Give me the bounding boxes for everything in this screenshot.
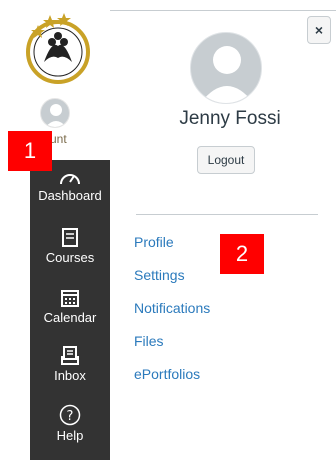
eportfolios-link[interactable]: ePortfolios xyxy=(134,364,210,397)
nav-item-label: Dashboard xyxy=(38,188,102,203)
profile-links: Profile Settings Notifications Files ePo… xyxy=(134,232,210,397)
nav-item-label: Help xyxy=(56,428,84,443)
courses-icon xyxy=(62,228,78,247)
help-icon: ? xyxy=(59,404,81,426)
nav-item-label: Courses xyxy=(45,250,95,265)
school-logo[interactable] xyxy=(22,10,96,90)
nav-item-inbox[interactable]: Inbox xyxy=(30,346,110,383)
annotation-badge-1: 1 xyxy=(8,131,52,171)
close-button[interactable]: × xyxy=(307,16,331,44)
nav-item-courses[interactable]: Courses xyxy=(30,228,110,265)
user-silhouette-icon xyxy=(45,104,67,127)
logout-button[interactable]: Logout xyxy=(197,146,255,174)
nav-item-calendar[interactable]: Calendar xyxy=(30,288,110,325)
profile-avatar[interactable] xyxy=(190,32,262,104)
inbox-icon xyxy=(61,346,79,365)
nav-item-help[interactable]: ? Help xyxy=(30,404,110,443)
files-link[interactable]: Files xyxy=(134,331,210,364)
svg-text:?: ? xyxy=(67,409,74,424)
profile-divider xyxy=(136,214,318,215)
nav-item-label: Inbox xyxy=(54,368,86,383)
settings-link[interactable]: Settings xyxy=(134,265,210,298)
nav-item-label: Calendar xyxy=(43,310,97,325)
dashboard-icon xyxy=(60,174,80,185)
annotation-badge-2: 2 xyxy=(220,234,264,274)
user-silhouette-icon xyxy=(200,46,254,103)
notifications-link[interactable]: Notifications xyxy=(134,298,210,331)
calendar-icon xyxy=(61,290,79,307)
account-avatar xyxy=(40,98,70,128)
profile-name: Jenny Fossi xyxy=(179,108,281,129)
profile-link[interactable]: Profile xyxy=(134,232,210,265)
nav-item-dashboard[interactable]: Dashboard xyxy=(30,168,110,203)
global-nav: Dashboard Courses Calendar Inbox ? Help xyxy=(30,160,110,460)
